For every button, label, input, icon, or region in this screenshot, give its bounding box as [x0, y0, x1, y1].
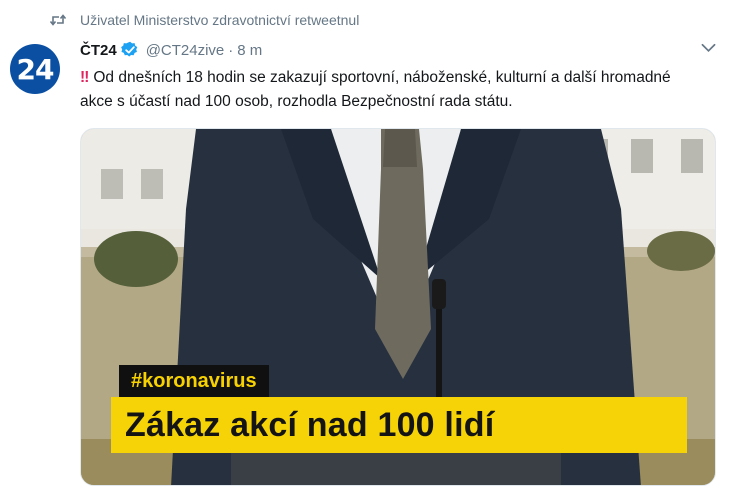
tweet-header: ČT24 @CT24zive · 8 m — [80, 39, 262, 61]
hashtag-banner: #koronavirus — [119, 365, 269, 397]
chevron-down-icon[interactable] — [698, 38, 718, 58]
tweet-text: ‼ Od dnešních 18 hodin se zakazují sporto… — [80, 66, 700, 114]
tweet-body: Od dnešních 18 hodin se zakazují sportov… — [80, 69, 671, 110]
headline-text: Zákaz akcí nad 100 lidí — [125, 405, 495, 444]
tweet-media-image[interactable]: #koronavirus Zákaz akcí nad 100 lidí — [80, 128, 716, 486]
separator-dot: · — [228, 41, 234, 59]
display-name[interactable]: ČT24 — [80, 42, 117, 59]
retweet-icon — [50, 13, 66, 27]
retweet-label[interactable]: Uživatel Ministerstvo zdravotnictví retw… — [80, 12, 359, 28]
retweet-context: Uživatel Ministerstvo zdravotnictví retw… — [50, 10, 359, 30]
avatar-logo-text: 24 — [16, 52, 55, 86]
avatar[interactable]: 24 — [10, 44, 60, 94]
double-exclamation-icon: ‼ — [80, 69, 89, 86]
hashtag-label: #koronavirus — [131, 369, 257, 392]
verified-badge-icon — [120, 41, 139, 59]
tweet-timestamp[interactable]: 8 m — [237, 42, 262, 59]
user-handle[interactable]: @CT24zive — [146, 42, 225, 59]
headline-banner: Zákaz akcí nad 100 lidí — [111, 397, 687, 453]
